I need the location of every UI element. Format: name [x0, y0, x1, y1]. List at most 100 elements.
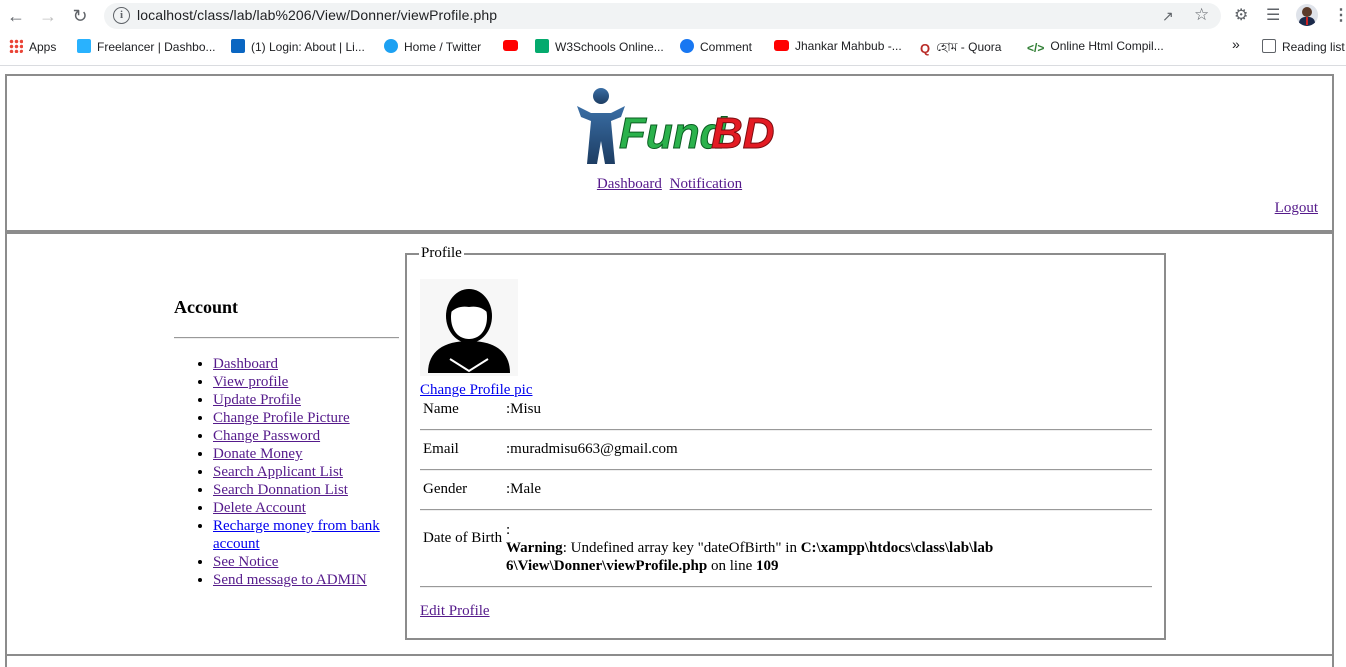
bookmark-w3schools[interactable]: W3Schools Online...: [535, 39, 664, 54]
php-warning: Warning: Undefined array key "dateOfBirt…: [506, 539, 1041, 575]
sidebar-link-view-profile[interactable]: View profile: [213, 374, 288, 390]
row-divider: [420, 429, 1152, 431]
footer-section: [5, 654, 1334, 667]
bookmark-jhankar[interactable]: Jhankar Mahbub -...: [774, 39, 902, 53]
bookmark-label: হোম - Quora: [936, 40, 1002, 54]
sidebar-link-recharge-money[interactable]: Recharge money from bank account: [213, 518, 380, 552]
name-row: Name :Misu: [420, 399, 1152, 418]
sidebar-link-change-profile-picture[interactable]: Change Profile Picture: [213, 410, 350, 426]
youtube-icon: [503, 40, 518, 51]
warning-label: Warning: [506, 540, 563, 556]
sidebar-item-dashboard: Dashboard: [213, 355, 399, 373]
sidebar-title: Account: [174, 297, 238, 317]
sidebar-link-delete-account[interactable]: Delete Account: [213, 500, 306, 516]
facebook-icon: [680, 39, 694, 53]
sidebar-item-search-donnation-list: Search Donnation List: [213, 481, 399, 499]
bookmark-quora[interactable]: Q হোম - Quora: [920, 39, 1001, 59]
w3schools-icon: [535, 39, 549, 53]
profile-info-table: Name :Misu Email :muradmisu663@gmail.com…: [420, 399, 1152, 588]
user-avatar-icon: [428, 289, 510, 373]
profile-picture: [420, 279, 518, 376]
twitter-icon: [384, 39, 398, 53]
nav-notification-link[interactable]: Notification: [670, 176, 742, 192]
media-queue-icon[interactable]: ☰: [1266, 5, 1280, 25]
gender-value: :Male: [506, 481, 541, 497]
svg-text:BD: BD: [711, 109, 775, 158]
gender-label: Gender: [423, 481, 468, 497]
bookmark-label: Online Html Compil...: [1050, 39, 1164, 53]
youtube-icon: [774, 40, 789, 51]
bookmark-twitter[interactable]: Home / Twitter: [384, 39, 481, 54]
browser-chrome: ← → ↻ i localhost/class/lab/lab%206/View…: [0, 0, 1346, 66]
share-icon[interactable]: ↗: [1162, 8, 1174, 25]
page-content: Fund BD Dashboard Notification Logout Ac…: [0, 66, 1346, 667]
row-divider: [420, 509, 1152, 511]
sidebar-link-update-profile[interactable]: Update Profile: [213, 392, 301, 408]
bookmark-label: Apps: [29, 40, 57, 54]
nav-dashboard-link[interactable]: Dashboard: [597, 176, 662, 192]
bookmark-label: Jhankar Mahbub -...: [795, 39, 902, 53]
sidebar-item-recharge-money: Recharge money from bank account: [213, 517, 399, 553]
menu-kebab-icon[interactable]: ⋮: [1333, 5, 1346, 25]
sidebar-item-delete-account: Delete Account: [213, 499, 399, 517]
sidebar-item-search-applicant-list: Search Applicant List: [213, 463, 399, 481]
fundbd-logo: Fund BD: [577, 88, 775, 164]
bookmark-linkedin[interactable]: (1) Login: About | Li...: [231, 39, 365, 54]
extensions-puzzle-icon[interactable]: ⚙: [1234, 5, 1248, 25]
sidebar-item-change-profile-picture: Change Profile Picture: [213, 409, 399, 427]
bookmark-apps[interactable]: Apps: [9, 39, 56, 54]
sidebar-link-send-message[interactable]: Send message to ADMIN: [213, 572, 367, 588]
linkedin-icon: [231, 39, 245, 53]
sidebar-link-search-donnation-list[interactable]: Search Donnation List: [213, 482, 348, 498]
bookmark-facebook[interactable]: Comment: [680, 39, 752, 54]
sidebar-item-view-profile: View profile: [213, 373, 399, 391]
sidebar-item-donate-money: Donate Money: [213, 445, 399, 463]
sidebar-link-change-password[interactable]: Change Password: [213, 428, 320, 444]
warning-online: on line: [707, 558, 756, 574]
change-profile-pic-link[interactable]: Change Profile pic: [420, 382, 532, 399]
bookmark-freelancer[interactable]: Freelancer | Dashbo...: [77, 39, 216, 54]
site-info-icon[interactable]: i: [113, 7, 130, 24]
back-arrow-icon[interactable]: ←: [6, 6, 26, 26]
bookmark-star-icon[interactable]: ☆: [1194, 5, 1209, 25]
sidebar-link-dashboard[interactable]: Dashboard: [213, 356, 278, 372]
sidebar-item-change-password: Change Password: [213, 427, 399, 445]
code-icon: </>: [1027, 41, 1045, 55]
reload-icon[interactable]: ↻: [70, 6, 90, 26]
bookmark-youtube[interactable]: [503, 39, 524, 53]
forward-arrow-icon[interactable]: →: [38, 6, 58, 26]
bookmark-label: Home / Twitter: [404, 40, 482, 54]
reading-list-icon: [1262, 39, 1276, 53]
sidebar-link-see-notice[interactable]: See Notice: [213, 554, 278, 570]
bookmark-label: Freelancer | Dashbo...: [97, 40, 216, 54]
profile-fieldset: Profile Change Profile pic Name :Misu Em…: [405, 245, 1166, 640]
bookmark-html-compiler[interactable]: </> Online Html Compil...: [1027, 39, 1164, 55]
profile-avatar[interactable]: [1296, 4, 1318, 26]
bookmark-label: Comment: [700, 40, 753, 54]
sidebar-link-search-applicant-list[interactable]: Search Applicant List: [213, 464, 343, 480]
reading-list-button[interactable]: Reading list: [1262, 39, 1345, 54]
name-value: :Misu: [506, 401, 542, 417]
sidebar-item-see-notice: See Notice: [213, 553, 399, 571]
account-sidebar: Account Dashboard View profile Update Pr…: [174, 297, 399, 589]
warning-text: : Undefined array key "dateOfBirth" in: [562, 540, 801, 556]
top-nav: Dashboard Notification: [7, 176, 1332, 193]
logout-link[interactable]: Logout: [1275, 200, 1318, 217]
address-bar[interactable]: i localhost/class/lab/lab%206/View/Donne…: [104, 3, 1221, 29]
sidebar-item-update-profile: Update Profile: [213, 391, 399, 409]
quora-icon: Q: [920, 41, 931, 56]
profile-legend: Profile: [421, 245, 462, 261]
bookmarks-bar: Apps Freelancer | Dashbo... (1) Login: A…: [0, 33, 1346, 61]
sidebar-menu: Dashboard View profile Update Profile Ch…: [174, 355, 399, 589]
email-value: :muradmisu663@gmail.com: [506, 441, 678, 457]
row-divider: [420, 586, 1152, 588]
url-text[interactable]: localhost/class/lab/lab%206/View/Donner/…: [137, 7, 497, 23]
apps-grid-icon: [9, 39, 23, 53]
sidebar-divider: [174, 337, 399, 339]
row-divider: [420, 469, 1152, 471]
sidebar-link-donate-money[interactable]: Donate Money: [213, 446, 303, 462]
bookmarks-overflow[interactable]: »: [1232, 36, 1240, 52]
bookmark-label: (1) Login: About | Li...: [251, 40, 365, 54]
edit-profile-link[interactable]: Edit Profile: [420, 603, 490, 620]
bookmark-label: W3Schools Online...: [555, 40, 664, 54]
